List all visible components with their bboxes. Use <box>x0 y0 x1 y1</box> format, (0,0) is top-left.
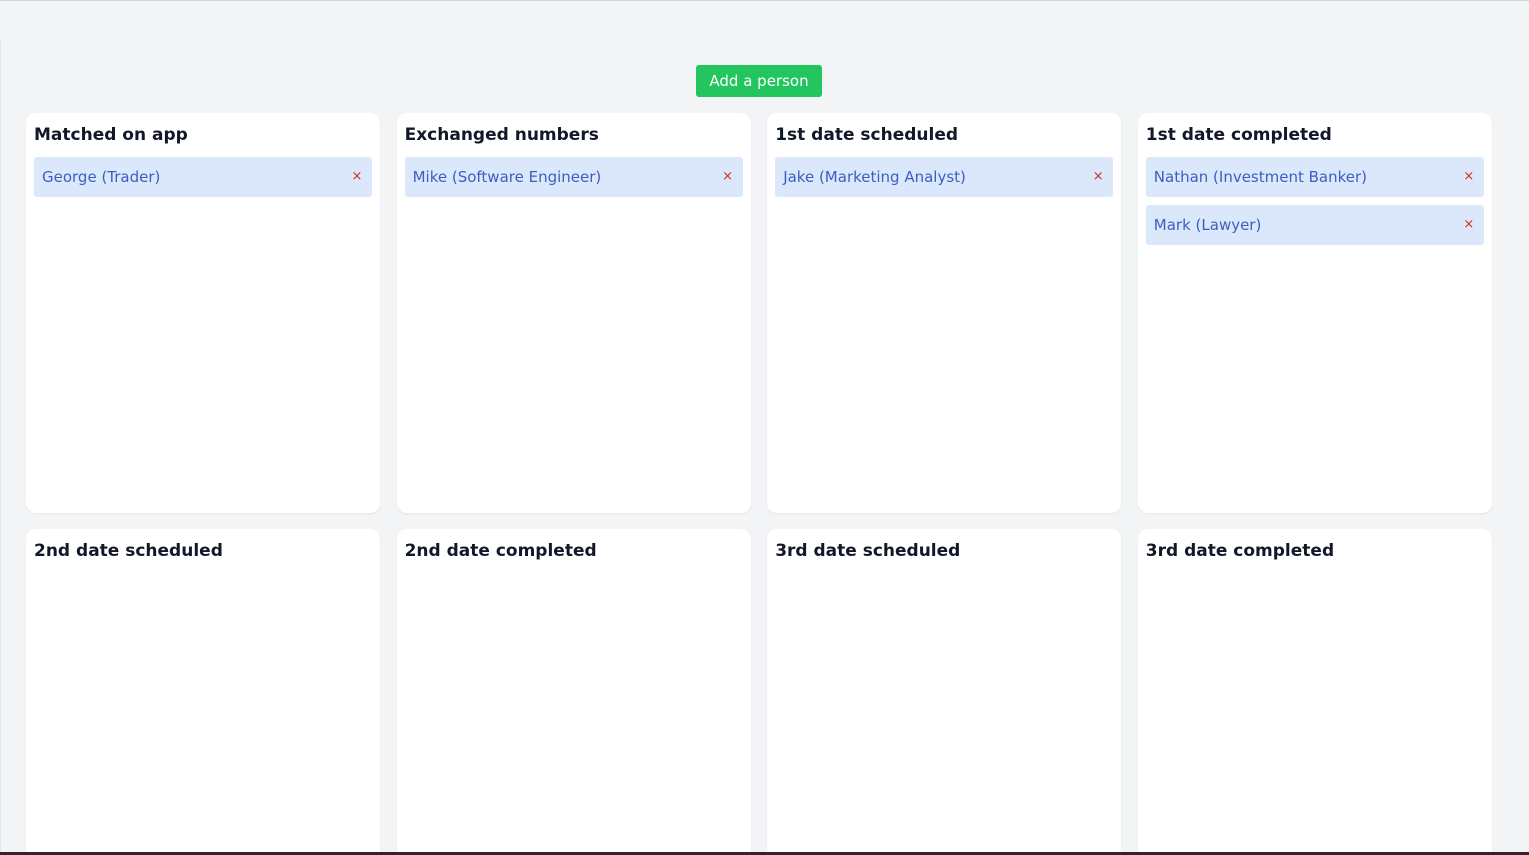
remove-icon[interactable]: × <box>1091 170 1105 184</box>
person-card-label: Nathan (Investment Banker) <box>1153 168 1368 186</box>
column-3rd-date-scheduled: 3rd date scheduled <box>767 529 1122 855</box>
column-exchanged-numbers: Exchanged numbers Mike (Software Enginee… <box>396 113 751 513</box>
column-matched-on-app: Matched on app George (Trader) × <box>26 113 380 513</box>
column-title: 3rd date completed <box>1145 541 1335 561</box>
person-card-label: George (Trader) <box>42 168 161 186</box>
column-title: 1st date completed <box>1145 125 1332 145</box>
column-2nd-date-completed: 2nd date completed <box>396 529 751 855</box>
person-card-label: Mike (Software Engineer) <box>412 168 602 186</box>
left-divider <box>0 40 1 855</box>
person-card[interactable]: Mark (Lawyer) × <box>1145 205 1484 245</box>
column-title: Exchanged numbers <box>404 125 599 145</box>
person-card-label: Mark (Lawyer) <box>1153 216 1262 234</box>
person-card[interactable]: Mike (Software Engineer) × <box>404 157 743 197</box>
kanban-board: Matched on app George (Trader) × Exchang… <box>26 113 1492 855</box>
column-title: Matched on app <box>34 125 188 145</box>
person-card[interactable]: Jake (Marketing Analyst) × <box>775 157 1114 197</box>
column-3rd-date-completed: 3rd date completed <box>1137 529 1492 855</box>
remove-icon[interactable]: × <box>350 170 364 184</box>
column-title: 3rd date scheduled <box>775 541 961 561</box>
remove-icon[interactable]: × <box>1462 170 1476 184</box>
add-person-button[interactable]: Add a person <box>696 65 822 97</box>
person-card[interactable]: Nathan (Investment Banker) × <box>1145 157 1484 197</box>
top-divider <box>0 0 1529 1</box>
remove-icon[interactable]: × <box>1462 218 1476 232</box>
column-title: 2nd date completed <box>404 541 597 561</box>
column-1st-date-scheduled: 1st date scheduled Jake (Marketing Analy… <box>767 113 1122 513</box>
column-title: 2nd date scheduled <box>34 541 223 561</box>
person-card[interactable]: George (Trader) × <box>34 157 372 197</box>
person-card-label: Jake (Marketing Analyst) <box>783 168 966 186</box>
column-1st-date-completed: 1st date completed Nathan (Investment Ba… <box>1137 113 1492 513</box>
column-2nd-date-scheduled: 2nd date scheduled <box>26 529 380 855</box>
column-title: 1st date scheduled <box>775 125 959 145</box>
remove-icon[interactable]: × <box>721 170 735 184</box>
